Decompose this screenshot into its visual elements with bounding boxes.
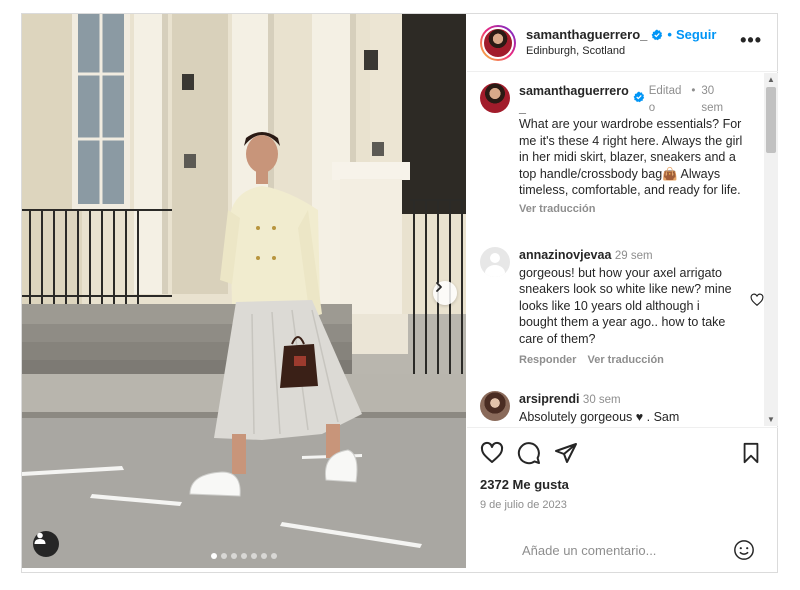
emoji-icon [734, 540, 754, 560]
scrollbar-thumb[interactable] [766, 87, 776, 153]
add-comment-bar [467, 528, 778, 572]
caption-text: What are your wardrobe essentials? For m… [519, 117, 743, 197]
comment-input[interactable] [522, 542, 733, 558]
verified-badge-icon [651, 29, 663, 41]
carousel-dot [241, 553, 247, 559]
post-header: samanthaguerrero_ • Seguir Edinburgh, Sc… [467, 14, 778, 72]
commenter-avatar[interactable] [480, 247, 510, 277]
verified-badge-icon [633, 91, 644, 103]
caption-author-avatar[interactable] [480, 83, 510, 113]
next-slide-button[interactable] [433, 281, 457, 305]
post-date: 9 de julio de 2023 [480, 499, 567, 511]
carousel-dot [231, 553, 237, 559]
carousel-dot [251, 553, 257, 559]
comments-list[interactable]: samanthaguerrero _ Editad o • 30 sem Wha… [467, 73, 778, 426]
edited-label-tail: o [648, 101, 656, 114]
post-modal: samanthaguerrero_ • Seguir Edinburgh, Sc… [21, 13, 778, 573]
comment-item: annazinovjevaa 29 sem gorgeous! but how … [480, 247, 764, 369]
post-actions: 2372 Me gusta 9 de julio de 2023 [467, 427, 778, 522]
carousel-dot [211, 553, 217, 559]
caption-time-unit[interactable]: sem [701, 102, 723, 114]
comment-time[interactable]: 29 sem [615, 250, 653, 262]
commenter-username[interactable]: arsiprendi [519, 392, 579, 406]
post-photo[interactable] [22, 14, 466, 568]
caption-author-username-tail[interactable]: _ [519, 101, 526, 115]
scroll-up-arrow[interactable]: ▲ [767, 75, 775, 84]
scroll-down-arrow[interactable]: ▼ [767, 415, 775, 424]
meta-separator: • [691, 85, 696, 97]
chevron-right-icon [436, 282, 442, 292]
emoji-button[interactable] [733, 539, 755, 561]
caption-time[interactable]: 30 [701, 85, 714, 97]
see-translation-link[interactable]: Ver traducción [519, 201, 755, 218]
post-side-panel: samanthaguerrero_ • Seguir Edinburgh, Sc… [467, 14, 778, 572]
see-translation-link[interactable]: Ver traducción [587, 352, 663, 369]
caption-author-username[interactable]: samanthaguerrero [519, 84, 629, 98]
user-tag-icon [34, 532, 46, 544]
author-avatar[interactable] [482, 26, 514, 59]
like-button[interactable] [480, 441, 504, 465]
carousel-dot [271, 553, 277, 559]
reply-button[interactable]: Responder [519, 352, 576, 369]
comment-button[interactable] [517, 441, 541, 465]
carousel-dot [221, 553, 227, 559]
comment-item: arsiprendi 30 sem Absolutely gorgeous ♥ … [480, 391, 755, 425]
save-button[interactable] [740, 442, 762, 464]
comment-text: gorgeous! but how your axel arrigato sne… [519, 265, 732, 346]
separator-dot: • [667, 27, 672, 43]
post-location[interactable]: Edinburgh, Scotland [526, 45, 716, 58]
author-info: samanthaguerrero_ • Seguir Edinburgh, Sc… [526, 27, 716, 58]
street-scene-illustration [22, 14, 466, 568]
share-button[interactable] [554, 441, 578, 465]
commenter-username[interactable]: annazinovjevaa [519, 248, 611, 262]
carousel-dot [261, 553, 267, 559]
commenter-avatar[interactable] [480, 391, 510, 421]
author-username[interactable]: samanthaguerrero_ [526, 27, 647, 43]
like-comment-heart-icon[interactable] [750, 293, 764, 307]
author-avatar-ring[interactable] [480, 24, 516, 61]
comment-text: Absolutely gorgeous ♥ . Sam [519, 409, 680, 424]
likes-count[interactable]: 2372 Me gusta [480, 477, 765, 492]
follow-button[interactable]: Seguir [676, 27, 716, 43]
carousel-indicator [22, 553, 466, 559]
bookmark-icon [743, 442, 759, 464]
more-options-button[interactable]: ••• [740, 31, 762, 49]
comments-scrollbar[interactable]: ▲ ▼ [764, 73, 778, 426]
heart-icon [480, 441, 504, 463]
paper-plane-icon [555, 443, 577, 463]
comment-time[interactable]: 30 sem [583, 394, 621, 406]
comment-icon [517, 442, 540, 465]
caption: samanthaguerrero _ Editad o • 30 sem Wha… [480, 83, 755, 217]
edited-label: Editad [648, 85, 682, 97]
